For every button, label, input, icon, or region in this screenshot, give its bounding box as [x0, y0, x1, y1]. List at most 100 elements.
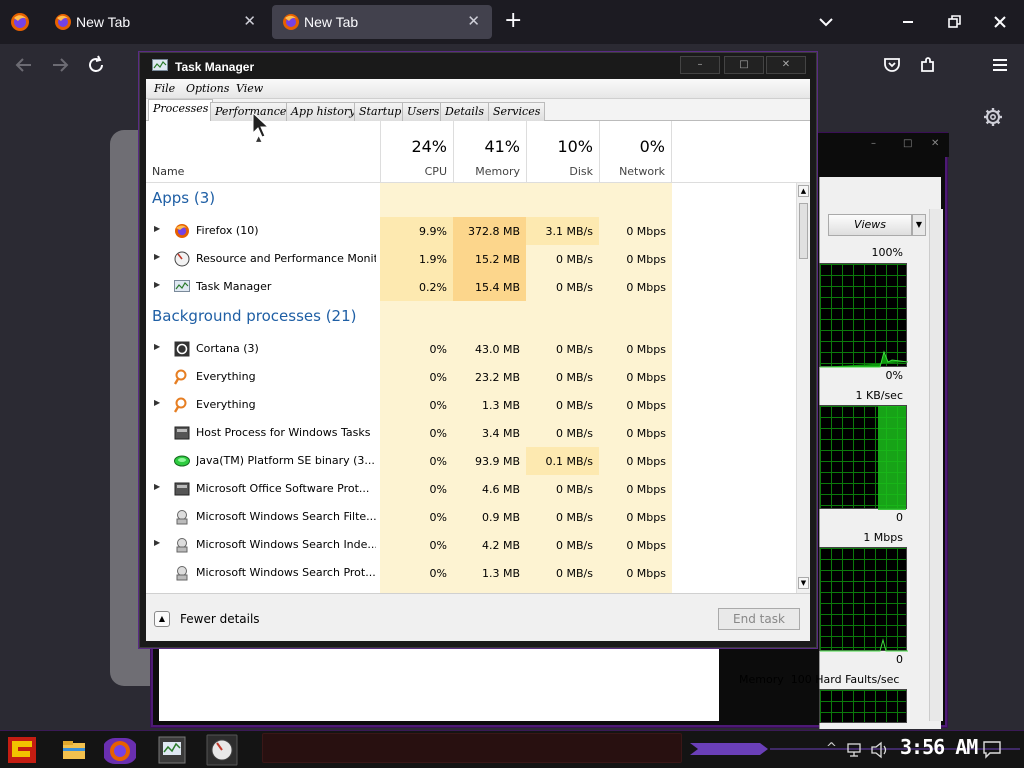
- expand-chevron-icon[interactable]: ▶: [154, 252, 160, 261]
- column-disk[interactable]: 10% Disk: [526, 121, 599, 182]
- volume-icon[interactable]: [870, 741, 890, 759]
- column-cpu[interactable]: 24% CPU: [380, 121, 453, 182]
- process-name: Microsoft Windows Search Inde...: [196, 538, 376, 551]
- scroll-up-icon[interactable]: ▲: [798, 185, 809, 197]
- process-row[interactable]: ▶ Everything 0% 1.3 MB 0 MB/s 0 Mbps: [146, 391, 796, 419]
- column-name[interactable]: Name: [152, 165, 184, 178]
- process-memory: 372.8 MB: [453, 217, 526, 245]
- process-cpu: 0%: [429, 427, 447, 440]
- scroll-thumb[interactable]: [799, 203, 808, 259]
- new-tab-button[interactable]: +: [504, 9, 522, 33]
- process-name: Microsoft Windows Search Prot...: [196, 566, 376, 579]
- column-network[interactable]: 0% Network: [599, 121, 672, 182]
- pocket-icon[interactable]: [880, 53, 904, 77]
- close-icon[interactable]: ✕: [931, 138, 939, 149]
- column-memory[interactable]: 41% Memory: [453, 121, 526, 182]
- expand-chevron-icon[interactable]: ▶: [154, 482, 160, 491]
- restore-window-icon[interactable]: [942, 10, 966, 34]
- task-manager-taskbar-icon[interactable]: [156, 734, 188, 766]
- menu-file[interactable]: File: [154, 82, 175, 95]
- back-arrow-icon[interactable]: [12, 53, 36, 77]
- firefox-icon[interactable]: [10, 12, 30, 32]
- menu-icon[interactable]: [988, 53, 1012, 77]
- expand-chevron-icon[interactable]: ▶: [154, 280, 160, 289]
- menu-view[interactable]: View: [236, 82, 263, 95]
- browser-tab[interactable]: New Tab ✕: [44, 5, 268, 39]
- firefox-icon: [283, 14, 299, 30]
- process-list-scrollbar[interactable]: ▲ ▼: [796, 183, 810, 593]
- extensions-icon[interactable]: [916, 53, 940, 77]
- firefox-taskbar-icon[interactable]: [104, 734, 136, 766]
- tab-app-history[interactable]: App history: [286, 102, 361, 121]
- process-row[interactable]: Microsoft Windows Search Filte... 0% 0.9 M…: [146, 503, 796, 531]
- process-name: Task Manager: [196, 280, 272, 293]
- show-hidden-icons-icon[interactable]: ^: [826, 741, 837, 756]
- cpu-total: 24%: [411, 137, 447, 156]
- gear-icon[interactable]: [982, 106, 1004, 128]
- close-tab-icon[interactable]: ✕: [243, 12, 256, 30]
- tab-strip: Processes Performance App history Startu…: [146, 99, 810, 122]
- tab-users[interactable]: Users: [402, 102, 445, 121]
- minimize-icon[interactable]: –: [871, 138, 876, 149]
- scroll-down-icon[interactable]: ▼: [798, 577, 809, 589]
- network-icon[interactable]: [846, 741, 864, 759]
- fewer-details-link[interactable]: Fewer details: [180, 612, 260, 626]
- close-tab-icon[interactable]: ✕: [467, 12, 480, 30]
- network-graph: [819, 547, 908, 652]
- forward-arrow-icon[interactable]: [48, 53, 72, 77]
- taskbar-decoration: [262, 733, 682, 763]
- expand-chevron-icon[interactable]: ▶: [154, 398, 160, 407]
- disk-graph-max-label: 1 KB/sec: [855, 389, 903, 402]
- process-row[interactable]: ▶ Resource and Performance Monit... 1.9% 15…: [146, 245, 796, 273]
- browser-tab-active[interactable]: New Tab ✕: [272, 5, 492, 39]
- tab-startup[interactable]: Startup: [354, 102, 407, 121]
- process-row[interactable]: Microsoft Windows Search Prot... 0% 1.3 MB…: [146, 559, 796, 587]
- reload-icon[interactable]: [84, 53, 108, 77]
- disk-label: Disk: [569, 165, 593, 178]
- process-list[interactable]: Apps (3) ▶ Firefox (10) 9.9% 372.8 MB 3.1 MB/…: [146, 183, 796, 593]
- list-all-tabs-icon[interactable]: [816, 12, 836, 32]
- task-manager-body: File Options View Processes Performance …: [146, 79, 810, 641]
- start-button-icon[interactable]: [4, 733, 40, 767]
- tab-processes[interactable]: Processes: [148, 99, 214, 122]
- process-name: Resource and Performance Monit...: [196, 252, 376, 265]
- process-disk: 0 MB/s: [556, 343, 593, 356]
- minimize-window-icon[interactable]: [896, 10, 920, 34]
- resource-monitor-scrollbar[interactable]: [929, 209, 943, 721]
- views-dropdown-icon[interactable]: ▼: [912, 214, 926, 236]
- task-manager-icon: [152, 59, 168, 71]
- task-manager-window[interactable]: Task Manager – □ ✕ File Options View Pro…: [139, 52, 817, 648]
- expand-chevron-icon[interactable]: ▶: [154, 538, 160, 547]
- maximize-icon[interactable]: □: [903, 138, 912, 149]
- expand-chevron-icon[interactable]: ▶: [154, 342, 160, 351]
- process-row[interactable]: ▶ Microsoft Windows Search Inde... 0% 4.2 M…: [146, 531, 796, 559]
- end-task-button[interactable]: End task: [718, 608, 800, 630]
- tab-services[interactable]: Services: [488, 102, 546, 121]
- process-row[interactable]: Everything 0% 23.2 MB 0 MB/s 0 Mbps: [146, 363, 796, 391]
- process-memory: 43.0 MB: [474, 343, 520, 356]
- menu-options[interactable]: Options: [186, 82, 229, 95]
- maximize-button[interactable]: □: [724, 56, 764, 74]
- close-window-icon[interactable]: [988, 10, 1012, 34]
- tab-performance[interactable]: Performance: [210, 102, 292, 121]
- process-row[interactable]: Host Process for Windows Tasks 0% 3.4 MB 0 …: [146, 419, 796, 447]
- fewer-details-icon[interactable]: ▲: [154, 611, 170, 627]
- file-explorer-icon[interactable]: [58, 734, 90, 766]
- memory-label: Memory: [475, 165, 520, 178]
- close-button[interactable]: ✕: [766, 56, 806, 74]
- expand-chevron-icon[interactable]: ▶: [154, 224, 160, 233]
- firefox-icon: [55, 14, 71, 30]
- views-button[interactable]: Views: [828, 214, 912, 236]
- process-row[interactable]: ▶ Microsoft Office Software Prot... 0% 4.6 …: [146, 475, 796, 503]
- tab-details[interactable]: Details: [440, 102, 489, 121]
- minimize-button[interactable]: –: [680, 56, 720, 74]
- task-manager-footer: ▲ Fewer details End task: [146, 593, 810, 641]
- resource-monitor-taskbar-icon[interactable]: [206, 734, 238, 766]
- process-row[interactable]: ▶ Cortana (3) 0% 43.0 MB 0 MB/s 0 Mbps: [146, 335, 796, 363]
- process-row[interactable]: ▶ Firefox (10) 9.9% 372.8 MB 3.1 MB/s 0 Mbps: [146, 217, 796, 245]
- clock[interactable]: 3:56 AM: [900, 735, 978, 759]
- process-disk: 0 MB/s: [556, 483, 593, 496]
- notifications-icon[interactable]: [982, 739, 1002, 759]
- process-row[interactable]: Java(TM) Platform SE binary (3... 0% 93.9 …: [146, 447, 796, 475]
- process-row[interactable]: ▶ Task Manager 0.2% 15.4 MB 0 MB/s 0 Mbps: [146, 273, 796, 301]
